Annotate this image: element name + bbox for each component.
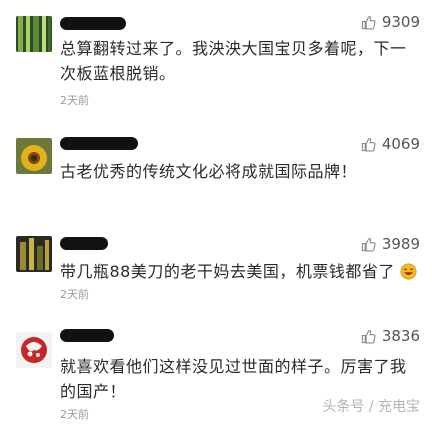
username-redacted[interactable] bbox=[60, 329, 114, 342]
like-count: 3989 bbox=[381, 235, 420, 253]
comment-time: 2天前 bbox=[60, 408, 89, 421]
comment-item: 3989 带几瓶88美刀的老干妈去美国，机票钱都省了 2天前 bbox=[0, 234, 432, 306]
comment-time: 2天前 bbox=[60, 288, 89, 301]
laughing-emoji-icon bbox=[400, 263, 417, 280]
like-button[interactable]: 3836 bbox=[361, 326, 420, 346]
thumbs-up-icon bbox=[361, 15, 376, 29]
watermark: 头条号 / 充电宝 bbox=[322, 399, 420, 415]
comment-text-body: 带几瓶88美刀的老干妈去美国，机票钱都省了 bbox=[60, 262, 395, 281]
comment-text: 带几瓶88美刀的老干妈去美国，机票钱都省了 bbox=[60, 259, 420, 284]
thumbs-up-icon bbox=[361, 137, 376, 151]
avatar[interactable] bbox=[16, 138, 52, 174]
like-count: 4069 bbox=[381, 135, 420, 153]
like-button[interactable]: 3989 bbox=[361, 234, 420, 254]
avatar[interactable] bbox=[16, 236, 52, 272]
username-redacted[interactable] bbox=[60, 17, 126, 30]
comment-text: 古老优秀的传统文化必将成就国际品牌！ bbox=[60, 162, 358, 181]
comment-text: 总算翻转过来了。我泱泱大国宝贝多着呢，下一次板蓝根脱销。 bbox=[60, 39, 407, 83]
thumbs-up-icon bbox=[361, 329, 376, 343]
comment-time: 2天前 bbox=[60, 94, 89, 107]
avatar[interactable] bbox=[16, 332, 52, 368]
comment-item: 9309 总算翻转过来了。我泱泱大国宝贝多着呢，下一次板蓝根脱销。 2天前 bbox=[0, 12, 432, 118]
avatar[interactable] bbox=[16, 16, 52, 52]
like-button[interactable]: 4069 bbox=[361, 134, 420, 154]
like-count: 9309 bbox=[381, 13, 420, 31]
username-redacted[interactable] bbox=[60, 137, 138, 150]
username-redacted[interactable] bbox=[60, 237, 108, 250]
thumbs-up-icon bbox=[361, 237, 376, 251]
comment-item: 4069 古老优秀的传统文化必将成就国际品牌！ bbox=[0, 134, 432, 214]
like-button[interactable]: 9309 bbox=[361, 12, 420, 32]
like-count: 3836 bbox=[381, 327, 420, 345]
